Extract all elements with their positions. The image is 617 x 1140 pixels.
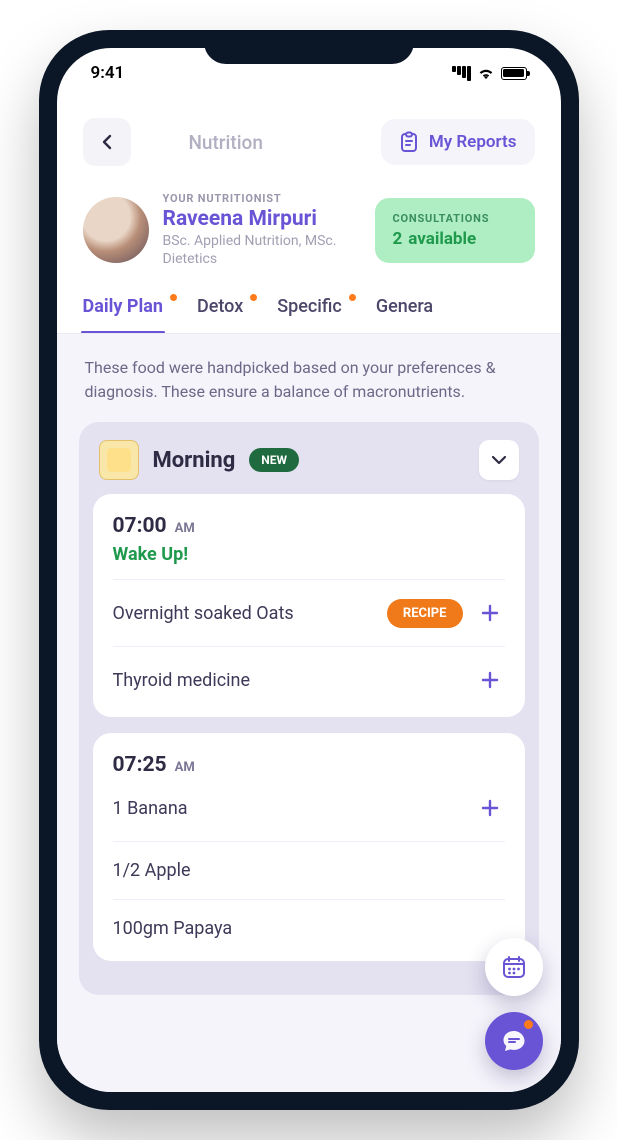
collapse-button[interactable] (479, 440, 519, 480)
plan-body: These food were handpicked based on your… (57, 334, 561, 1092)
plan-intro-text: These food were handpicked based on your… (79, 356, 539, 422)
status-indicators (451, 66, 527, 81)
consultations-value: 2available (393, 229, 517, 249)
chevron-left-icon (100, 134, 114, 150)
add-item-button[interactable] (475, 665, 505, 695)
notification-dot (250, 294, 257, 301)
tab-specific[interactable]: Specific (277, 296, 342, 333)
calendar-icon (501, 954, 527, 980)
calendar-fab[interactable] (485, 938, 543, 996)
consultations-label: CONSULTATIONS (393, 212, 517, 225)
device-notch (204, 30, 414, 64)
plus-icon (480, 603, 500, 623)
my-reports-button[interactable]: My Reports (381, 119, 535, 165)
app-header: Nutrition My Reports (57, 108, 561, 174)
slot-note: Wake Up! (113, 544, 505, 565)
nutritionist-info: YOUR NUTRITIONIST Raveena Mirpuri BSc. A… (163, 192, 361, 268)
notification-dot (170, 294, 177, 301)
morning-section: Morning NEW 07:00 AM (79, 422, 539, 995)
slot-ampm: AM (175, 760, 195, 775)
status-time: 9:41 (91, 63, 125, 83)
plan-item-name: Overnight soaked Oats (113, 603, 375, 624)
plus-icon (480, 798, 500, 818)
time-row: 07:00 AM (113, 514, 505, 538)
my-reports-label: My Reports (429, 132, 517, 152)
slot-time: 07:25 (113, 753, 167, 777)
cellular-icon (451, 66, 471, 81)
plan-item: 1/2 Apple (113, 841, 505, 899)
chat-icon (501, 1028, 527, 1054)
section-title: Morning (153, 448, 236, 473)
add-item-button[interactable] (475, 793, 505, 823)
tab-general[interactable]: Genera (376, 296, 433, 333)
tab-label: Detox (197, 296, 243, 317)
plus-icon (480, 670, 500, 690)
plan-item-name: 1 Banana (113, 798, 463, 819)
tab-label: Specific (277, 296, 342, 317)
nutritionist-credentials: BSc. Applied Nutrition, MSc. Dietetics (163, 233, 361, 268)
wifi-icon (477, 66, 495, 80)
recipe-badge[interactable]: RECIPE (387, 599, 463, 628)
time-slot-card: 07:00 AM Wake Up! Overnight soaked Oats … (93, 494, 525, 717)
notification-dot (524, 1020, 533, 1029)
time-slot-card: 07:25 AM 1 Banana 1/2 (93, 733, 525, 961)
nutritionist-avatar[interactable] (83, 197, 149, 263)
fab-stack (485, 938, 543, 1070)
tab-label: Genera (376, 296, 433, 317)
time-row: 07:25 AM (113, 753, 505, 777)
plan-item-name: 1/2 Apple (113, 860, 505, 881)
plan-item-name: Thyroid medicine (113, 670, 463, 691)
tab-label: Daily Plan (83, 296, 163, 317)
nutritionist-name[interactable]: Raveena Mirpuri (163, 207, 361, 231)
consultations-suffix: available (408, 229, 476, 249)
notification-dot (349, 294, 356, 301)
nutritionist-row: YOUR NUTRITIONIST Raveena Mirpuri BSc. A… (57, 174, 561, 282)
back-button[interactable] (83, 118, 131, 166)
new-badge: NEW (249, 448, 299, 472)
nutritionist-label: YOUR NUTRITIONIST (163, 192, 361, 205)
chevron-down-icon (491, 455, 507, 465)
plan-item: 100gm Papaya (113, 899, 505, 957)
page-title: Nutrition (188, 131, 262, 154)
consultations-card[interactable]: CONSULTATIONS 2available (375, 198, 535, 263)
slot-time: 07:00 (113, 514, 167, 538)
plan-item: Thyroid medicine (113, 646, 505, 713)
plan-tabs: Daily Plan Detox Specific Genera (57, 282, 561, 334)
add-item-button[interactable] (475, 598, 505, 628)
plan-item-name: 100gm Papaya (113, 918, 505, 939)
tab-detox[interactable]: Detox (197, 296, 243, 333)
slot-ampm: AM (175, 521, 195, 536)
toast-icon (99, 440, 139, 480)
phone-frame: 9:41 Nutrition (39, 30, 579, 1110)
chat-fab[interactable] (485, 1012, 543, 1070)
section-header: Morning NEW (93, 436, 525, 494)
plan-item: Overnight soaked Oats RECIPE (113, 579, 505, 646)
battery-icon (501, 67, 527, 80)
clipboard-icon (399, 131, 419, 153)
tab-daily-plan[interactable]: Daily Plan (83, 296, 163, 333)
phone-screen: 9:41 Nutrition (57, 48, 561, 1092)
consultations-count: 2 (393, 229, 403, 249)
plan-item: 1 Banana (113, 783, 505, 841)
